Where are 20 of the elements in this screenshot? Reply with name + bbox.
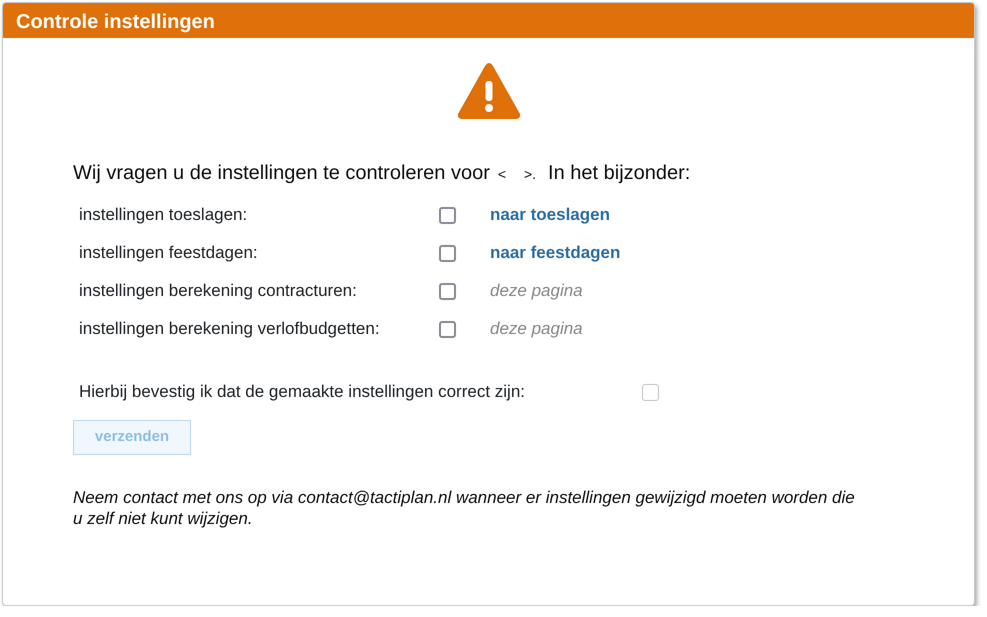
- setting-label: instellingen toeslagen:: [79, 204, 248, 226]
- intro-text: In het bijzonder:: [548, 161, 690, 186]
- confirm-checkbox[interactable]: [642, 384, 659, 400]
- checkbox[interactable]: [439, 320, 456, 338]
- name-slot-text: < >.: [498, 165, 536, 184]
- checkbox[interactable]: [439, 244, 456, 262]
- contact-note: Neem contact met ons op via contact@tactiplan.nl wanneer er instellingen gewijzigd moeten worden die u zelf niet kunt wijzigen.: [73, 487, 856, 530]
- setting-label: instellingen berekening verlofbudgetten:: [79, 318, 381, 340]
- checkbox[interactable]: [439, 206, 456, 224]
- page-note: deze pagina: [490, 280, 583, 302]
- settings-link[interactable]: naar toeslagen: [490, 202, 610, 228]
- warning-icon: [456, 62, 520, 120]
- dialog-title: Controle instellingen: [3, 3, 974, 38]
- page-note: deze pagina: [490, 318, 583, 340]
- confirm-label: Hierbij bevestig ik dat de gemaakte instellingen correct zijn:: [79, 381, 526, 404]
- checkbox[interactable]: [439, 282, 456, 300]
- setting-label: instellingen berekening contracturen:: [79, 280, 358, 302]
- intro-text: Wij vragen u de instellingen te controleren voor: [73, 161, 490, 186]
- setting-label: instellingen feestdagen:: [79, 242, 259, 264]
- settings-link[interactable]: naar feestdagen: [490, 240, 620, 266]
